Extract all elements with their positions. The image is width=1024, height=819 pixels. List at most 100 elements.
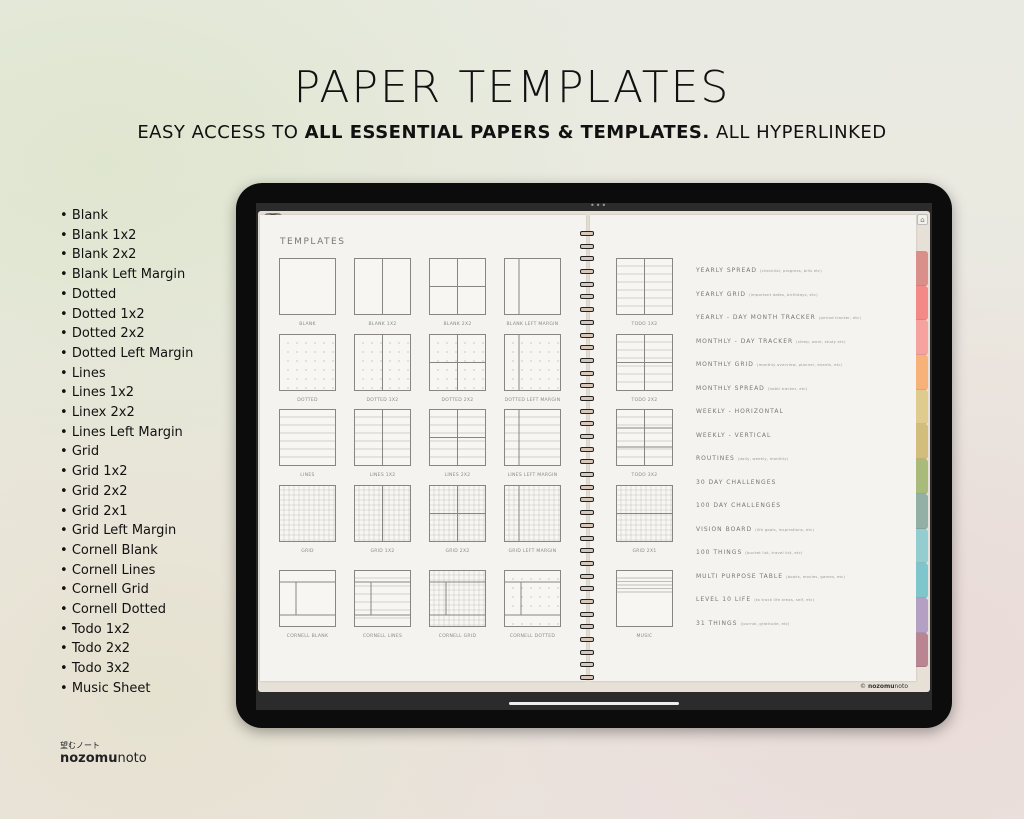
section-tab[interactable] bbox=[916, 251, 928, 286]
template-thumbnail[interactable]: DOTTED 2X2 bbox=[429, 334, 486, 403]
section-tab[interactable] bbox=[916, 459, 928, 494]
section-tab[interactable] bbox=[916, 563, 928, 598]
template-preview bbox=[429, 485, 486, 542]
spiral-ring bbox=[580, 548, 594, 554]
section-link[interactable]: 100 DAY CHALLENGES bbox=[696, 502, 784, 509]
template-thumbnail[interactable]: DOTTED 1X2 bbox=[354, 334, 411, 403]
template-thumbnail[interactable]: GRID 1X2 bbox=[354, 485, 411, 554]
template-thumbnail[interactable]: GRID bbox=[279, 485, 336, 554]
section-tab[interactable] bbox=[916, 493, 928, 529]
template-preview bbox=[279, 334, 336, 391]
template-list-item: Dotted 1x2 bbox=[60, 305, 193, 325]
section-link[interactable]: YEARLY - DAY MONTH TRACKER (period tracke… bbox=[696, 314, 861, 321]
spiral-ring bbox=[580, 281, 594, 287]
section-label: VISION BOARD bbox=[696, 525, 753, 533]
section-note: (daily, weekly, monthly) bbox=[737, 456, 789, 461]
section-note: (period tracker, etc) bbox=[818, 315, 862, 320]
template-thumbnail[interactable]: TODO 2X2 bbox=[616, 334, 673, 403]
template-thumbnail[interactable]: LINES 2X2 bbox=[429, 409, 486, 478]
spiral-ring bbox=[580, 522, 594, 528]
template-thumbnail[interactable]: BLANK bbox=[279, 258, 336, 327]
section-link[interactable]: 31 THINGS (journal, gratitude, etc) bbox=[696, 620, 790, 627]
section-link[interactable]: MONTHLY GRID (monthly overview, planner, … bbox=[696, 361, 842, 368]
template-thumbnail[interactable]: CORNELL GRID bbox=[429, 570, 486, 639]
template-thumbnail[interactable]: DOTTED bbox=[279, 334, 336, 403]
template-list-item: Cornell Lines bbox=[60, 561, 193, 581]
template-preview bbox=[279, 409, 336, 466]
section-label: YEARLY GRID bbox=[696, 290, 747, 298]
template-thumbnail[interactable]: BLANK 2X2 bbox=[429, 258, 486, 327]
template-label: LINES 2X2 bbox=[444, 473, 471, 478]
spiral-ring bbox=[580, 395, 594, 401]
template-list-item: Grid 2x1 bbox=[60, 502, 193, 522]
section-tab[interactable] bbox=[916, 424, 928, 460]
template-list: BlankBlank 1x2Blank 2x2Blank Left Margin… bbox=[60, 206, 194, 699]
home-icon[interactable]: ⌂ bbox=[917, 214, 928, 225]
section-link[interactable]: YEARLY SPREAD (checklist, progress, bills… bbox=[696, 267, 822, 274]
spiral-ring bbox=[580, 256, 594, 262]
section-tab[interactable] bbox=[916, 528, 928, 564]
template-label: TODO 1X2 bbox=[631, 322, 658, 327]
template-list-item: Dotted 2x2 bbox=[60, 324, 193, 344]
section-link[interactable]: ROUTINES (daily, weekly, monthly) bbox=[696, 455, 788, 462]
template-label: TODO 3X2 bbox=[631, 473, 658, 478]
section-link[interactable]: MONTHLY - DAY TRACKER (sleep, work, study… bbox=[696, 338, 846, 345]
template-thumbnail[interactable]: MUSIC bbox=[616, 570, 673, 639]
section-link[interactable]: 100 THINGS (bucket list, travel list, etc… bbox=[696, 549, 803, 556]
template-thumbnail[interactable]: GRID 2X2 bbox=[429, 485, 486, 554]
spiral-ring bbox=[580, 586, 594, 592]
section-link[interactable]: 30 DAY CHALLENGES bbox=[696, 479, 779, 486]
section-link[interactable]: WEEKLY - VERTICAL bbox=[696, 432, 774, 439]
section-label: MULTI PURPOSE TABLE bbox=[696, 572, 784, 580]
template-label: LINES 1X2 bbox=[369, 473, 396, 478]
section-link[interactable]: MONTHLY SPREAD (habit tracker, etc) bbox=[696, 385, 807, 392]
section-tab[interactable] bbox=[916, 389, 928, 425]
template-thumbnail[interactable]: GRID LEFT MARGIN bbox=[504, 485, 561, 554]
section-tab[interactable] bbox=[916, 285, 928, 321]
template-list-item: Blank 2x2 bbox=[60, 245, 193, 265]
template-label: LINES LEFT MARGIN bbox=[507, 473, 558, 478]
template-preview bbox=[616, 258, 673, 315]
template-thumbnail[interactable]: BLANK 1X2 bbox=[354, 258, 411, 327]
template-thumbnail[interactable]: LINES LEFT MARGIN bbox=[504, 409, 561, 478]
section-tab[interactable] bbox=[916, 320, 928, 356]
template-thumbnail[interactable]: BLANK LEFT MARGIN bbox=[504, 258, 561, 327]
section-tab[interactable] bbox=[916, 597, 928, 633]
spiral-ring bbox=[580, 611, 594, 617]
section-note: (life goals, inspirations, etc) bbox=[755, 526, 815, 532]
template-thumbnail[interactable]: CORNELL BLANK bbox=[279, 570, 336, 639]
template-thumbnail[interactable]: CORNELL DOTTED bbox=[504, 570, 561, 639]
template-list-item: Grid 1x2 bbox=[60, 462, 193, 482]
section-tab[interactable] bbox=[916, 632, 928, 668]
template-thumbnail[interactable]: LINES bbox=[279, 409, 336, 478]
template-thumbnail[interactable]: TODO 3X2 bbox=[616, 409, 673, 478]
template-preview bbox=[616, 409, 673, 466]
right-page: TODO 1X2 TODO 2X2 TODO 3X2 GRID 2X1 MUSIC YEA… bbox=[590, 215, 916, 681]
section-link[interactable]: VISION BOARD (life goals, inspirations, e… bbox=[696, 526, 814, 533]
section-tab[interactable] bbox=[916, 355, 928, 390]
template-list-item: Grid 2x2 bbox=[60, 482, 193, 502]
spiral-ring bbox=[580, 421, 594, 427]
spiral-ring bbox=[580, 269, 594, 275]
section-link[interactable]: WEEKLY - HORIZONTAL bbox=[696, 408, 787, 415]
spiral-ring bbox=[580, 637, 594, 642]
template-thumbnail[interactable]: GRID 2X1 bbox=[616, 485, 673, 554]
section-label: WEEKLY - VERTICAL bbox=[696, 431, 772, 439]
home-indicator[interactable] bbox=[509, 702, 679, 705]
template-thumbnail[interactable]: CORNELL LINES bbox=[354, 570, 411, 639]
section-label: LEVEL 10 LIFE bbox=[696, 596, 752, 603]
template-label: BLANK 2X2 bbox=[443, 322, 472, 327]
more-dots-icon[interactable]: ••• bbox=[590, 201, 607, 210]
template-preview bbox=[354, 334, 411, 391]
section-note: (monthly overview, planner, events, etc) bbox=[756, 362, 843, 367]
template-thumbnail[interactable]: DOTTED LEFT MARGIN bbox=[504, 334, 561, 403]
section-link[interactable]: LEVEL 10 LIFE (to track life areas, self,… bbox=[696, 596, 814, 603]
section-note: (sleep, work, study etc) bbox=[796, 338, 846, 344]
template-thumbnail[interactable]: TODO 1X2 bbox=[616, 258, 673, 327]
template-preview bbox=[429, 258, 486, 315]
template-list-item: Blank Left Margin bbox=[60, 265, 193, 285]
template-thumbnail[interactable]: LINES 1X2 bbox=[354, 409, 411, 478]
spiral-ring bbox=[580, 357, 594, 363]
section-link[interactable]: YEARLY GRID (important dates, birthdays, … bbox=[696, 291, 818, 298]
section-link[interactable]: MULTI PURPOSE TABLE (books, movies, games… bbox=[696, 573, 845, 580]
